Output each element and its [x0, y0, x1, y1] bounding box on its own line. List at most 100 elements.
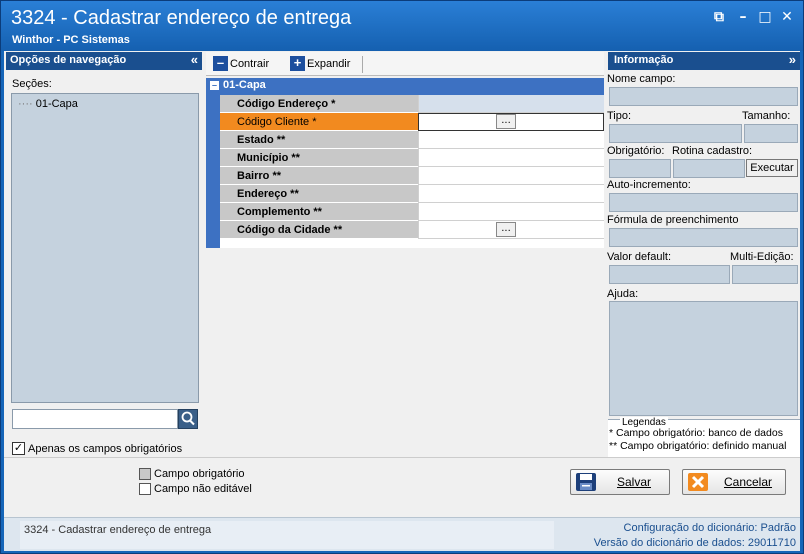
- dictionary-version: Versão do dicionário de dados: 29011710: [556, 536, 796, 551]
- dictionary-config: Configuração do dicionário: Padrão: [556, 521, 796, 536]
- restore-icon[interactable]: ⧉: [711, 9, 727, 25]
- only-required-option[interactable]: ✓ Apenas os campos obrigatórios: [12, 442, 182, 455]
- dictionary-config-value: Padrão: [760, 522, 796, 534]
- field-row-codigo-cliente: Código Cliente * ...: [220, 113, 604, 131]
- readonly-swatch: [139, 483, 151, 495]
- maximize-icon[interactable]: □: [757, 9, 773, 25]
- status-routine-name: 3324 - Cadastrar endereço de entrega: [20, 521, 554, 549]
- field-name-label: Nome campo:: [607, 73, 676, 85]
- field-label: Complemento **: [220, 203, 418, 221]
- grid-indent-bar: [206, 95, 220, 248]
- cancel-button-label: Cancelar: [723, 475, 773, 489]
- close-icon[interactable]: ✕: [779, 9, 795, 25]
- complemento-input[interactable]: [418, 203, 604, 221]
- formula-box: [609, 228, 798, 247]
- codigo-cidade-lookup-button[interactable]: ...: [496, 222, 516, 237]
- field-label: Bairro **: [220, 167, 418, 185]
- toolbar-separator: [362, 56, 363, 73]
- info-panel-header: Informação »: [608, 52, 800, 70]
- collapse-button-label: Contrair: [230, 57, 270, 70]
- field-label-active: Código Cliente *: [220, 113, 418, 131]
- field-row-codigo-endereco: Código Endereço *: [220, 95, 604, 113]
- fields-grid: –01-Capa Código Endereço * Código Client…: [206, 78, 604, 248]
- only-required-label: Apenas os campos obrigatórios: [28, 442, 183, 455]
- size-box: [744, 124, 798, 143]
- group-label: 01-Capa: [223, 79, 266, 91]
- field-label: Endereço **: [220, 185, 418, 203]
- required-box: [609, 159, 671, 178]
- group-row-capa[interactable]: –01-Capa: [206, 78, 604, 95]
- section-search-input[interactable]: [12, 409, 178, 429]
- autoinc-label: Auto-incremento:: [607, 179, 691, 191]
- collapse-button[interactable]: – Contrair: [213, 56, 269, 71]
- type-box: [609, 124, 742, 143]
- execute-button[interactable]: Executar: [746, 159, 798, 177]
- tree-item-label: 01-Capa: [35, 98, 78, 110]
- routine-label: Rotina cadastro:: [672, 145, 753, 157]
- field-row-municipio: Município **: [220, 149, 604, 167]
- bairro-input[interactable]: [418, 167, 604, 185]
- expand-button[interactable]: + Expandir: [290, 56, 350, 71]
- field-value-readonly: [418, 95, 604, 113]
- dictionary-version-value: 29011710: [747, 537, 796, 549]
- bottom-divider: [4, 457, 800, 458]
- endereco-input[interactable]: [418, 185, 604, 203]
- group-collapse-icon[interactable]: –: [210, 81, 219, 90]
- default-box: [609, 265, 730, 284]
- help-label: Ajuda:: [607, 288, 639, 300]
- title-bar: 3324 - Cadastrar endereço de entrega Win…: [1, 1, 803, 51]
- field-row-bairro: Bairro **: [220, 167, 604, 185]
- minus-icon: –: [213, 56, 228, 71]
- legend-readonly: Campo não editável: [139, 483, 252, 495]
- minimize-icon[interactable]: –: [735, 9, 751, 25]
- field-label: Código Endereço *: [220, 95, 418, 113]
- multiedit-box: [732, 265, 798, 284]
- save-button-label: Salvar: [616, 475, 651, 489]
- cancel-button[interactable]: Cancelar: [682, 469, 786, 495]
- legend-required: Campo obrigatório: [139, 468, 245, 480]
- sections-label: Seções:: [12, 78, 52, 90]
- required-label: Obrigatório:: [607, 145, 665, 157]
- info-panel-title: Informação: [614, 54, 674, 66]
- tree-line: ····: [18, 98, 33, 110]
- sections-tree: ···· 01-Capa: [11, 93, 199, 403]
- legend-line-db: * Campo obrigatório: banco de dados: [609, 427, 783, 439]
- collapse-left-icon[interactable]: «: [191, 52, 198, 67]
- floppy-disk-icon: [573, 471, 599, 493]
- search-button[interactable]: [178, 409, 198, 429]
- legend-line-manual: ** Campo obrigatório: definido manual: [609, 440, 787, 452]
- help-box: [609, 301, 798, 416]
- required-swatch: [139, 468, 151, 480]
- field-row-endereco: Endereço **: [220, 185, 604, 203]
- field-label: Código da Cidade **: [220, 221, 418, 239]
- only-required-checkbox[interactable]: ✓: [12, 442, 25, 455]
- routine-box: [673, 159, 745, 178]
- save-button[interactable]: Salvar: [570, 469, 670, 495]
- default-label: Valor default:: [607, 251, 672, 263]
- window-subtitle: Winthor - PC Sistemas: [12, 34, 130, 46]
- status-bar: 3324 - Cadastrar endereço de entrega Con…: [4, 517, 800, 551]
- cancel-x-icon: [685, 471, 711, 493]
- plus-icon: +: [290, 56, 305, 71]
- size-label: Tamanho:: [742, 110, 791, 122]
- grid-toolbar: – Contrair + Expandir: [206, 52, 604, 76]
- search-icon: [181, 411, 195, 426]
- estado-input[interactable]: [418, 131, 604, 149]
- status-dictionary-info: Configuração do dicionário: Padrão Versã…: [556, 521, 796, 551]
- window-title: 3324 - Cadastrar endereço de entrega: [11, 7, 352, 29]
- field-row-codigo-cidade: Código da Cidade ** ...: [220, 221, 604, 239]
- legend-required-label: Campo obrigatório: [154, 468, 245, 480]
- field-label: Município **: [220, 149, 418, 167]
- legend-readonly-label: Campo não editável: [154, 483, 252, 495]
- dictionary-config-label: Configuração do dicionário:: [623, 522, 758, 534]
- formula-label: Fórmula de preenchimento: [607, 214, 739, 226]
- field-row-complemento: Complemento **: [220, 203, 604, 221]
- field-name-box: [609, 87, 798, 106]
- app-window: 3324 - Cadastrar endereço de entrega Win…: [0, 0, 804, 554]
- codigo-cliente-lookup-button[interactable]: ...: [496, 114, 516, 129]
- expand-button-label: Expandir: [307, 57, 351, 70]
- client-area: Opções de navegação « Seções: ···· 01-Ca…: [4, 51, 800, 551]
- tree-item-capa[interactable]: ···· 01-Capa: [18, 98, 78, 110]
- municipio-input[interactable]: [418, 149, 604, 167]
- collapse-right-icon[interactable]: »: [789, 52, 796, 67]
